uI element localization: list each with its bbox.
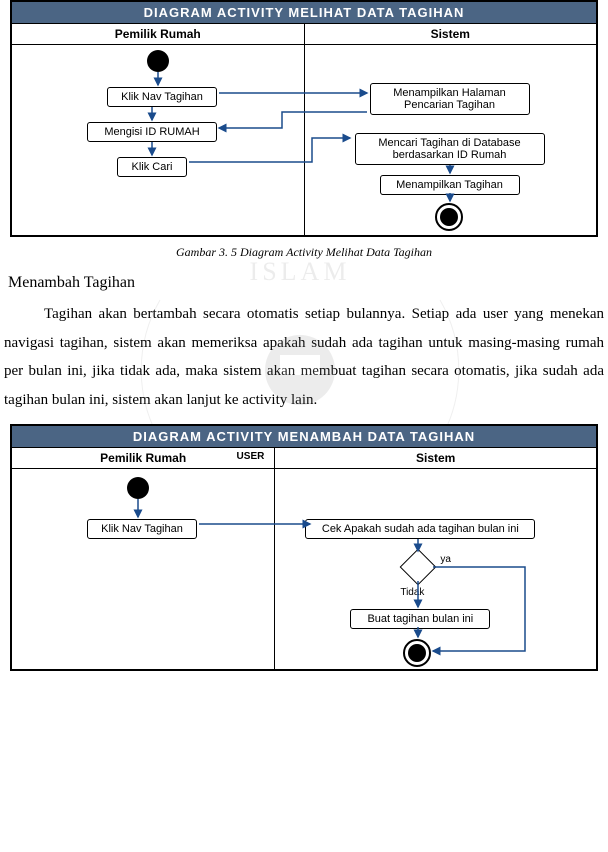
diagram-melihat-tagihan: DIAGRAM ACTIVITY MELIHAT DATA TAGIHAN Pe… <box>10 0 598 237</box>
lane2-user-label: USER <box>237 451 265 462</box>
node2-cek-tagihan: Cek Apakah sudah ada tagihan bulan ini <box>305 519 535 539</box>
diagram2-title: DIAGRAM ACTIVITY MENAMBAH DATA TAGIHAN <box>12 426 596 447</box>
section-heading: Menambah Tagihan <box>8 274 608 292</box>
lane-pemilik-rumah: Pemilik Rumah Klik Nav Tagihan Mengisi I… <box>12 24 304 235</box>
node-klik-nav-tagihan: Klik Nav Tagihan <box>107 87 217 107</box>
lane-sistem: Sistem Menampilkan Halaman Pencarian Tag… <box>304 24 597 235</box>
lane2-pemilik-rumah: Pemilik Rumah USER Klik Nav Tagihan <box>12 448 274 669</box>
decision-ya-label: ya <box>440 554 451 565</box>
arrows-d2-lane2 <box>275 469 596 669</box>
final-node-icon-2 <box>403 639 431 667</box>
initial-node-icon-2 <box>127 477 149 499</box>
node-menampilkan-tagihan: Menampilkan Tagihan <box>380 175 520 195</box>
node-menampilkan-halaman: Menampilkan Halaman Pencarian Tagihan <box>370 83 530 115</box>
decision-tidak-label: Tidak <box>400 587 424 598</box>
lane2-header2: Sistem <box>275 448 596 469</box>
decision-diamond-icon <box>400 549 437 586</box>
lane2-header: Sistem <box>305 24 597 45</box>
lane2-sistem: Sistem Cek Apakah sudah ada tagihan bula… <box>274 448 596 669</box>
lane1-header: Pemilik Rumah <box>12 24 304 45</box>
diagram1-title: DIAGRAM ACTIVITY MELIHAT DATA TAGIHAN <box>12 2 596 23</box>
caption-diagram1: Gambar 3. 5 Diagram Activity Melihat Dat… <box>0 245 608 260</box>
node2-buat-tagihan: Buat tagihan bulan ini <box>350 609 490 629</box>
lane2-header1: Pemilik Rumah USER <box>12 448 274 469</box>
final-node-icon <box>435 203 463 231</box>
node-mencari-database: Mencari Tagihan di Database berdasarkan … <box>355 133 545 165</box>
node2-klik-nav: Klik Nav Tagihan <box>87 519 197 539</box>
diagram-menambah-tagihan: DIAGRAM ACTIVITY MENAMBAH DATA TAGIHAN P… <box>10 424 598 671</box>
arrows-d2-lane1 <box>12 469 274 669</box>
node-mengisi-id-rumah: Mengisi ID RUMAH <box>87 122 217 142</box>
initial-node-icon <box>147 50 169 72</box>
paragraph-body: Tagihan akan bertambah secara otomatis s… <box>4 300 604 414</box>
node-klik-cari: Klik Cari <box>117 157 187 177</box>
lane2-header1-label: Pemilik Rumah <box>100 451 186 465</box>
